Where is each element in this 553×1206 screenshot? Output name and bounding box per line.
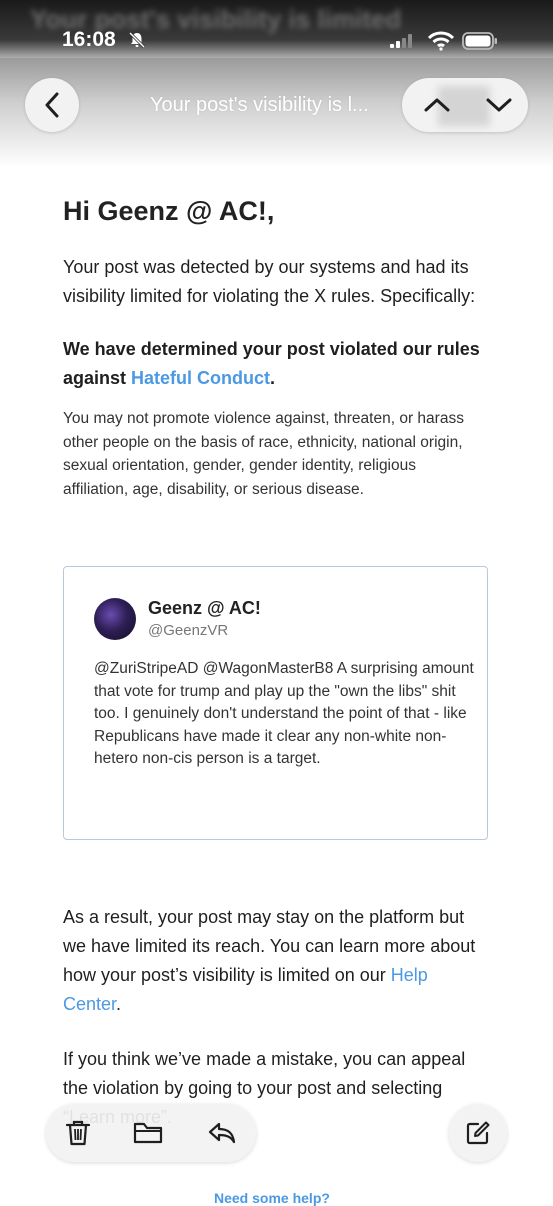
chevron-up-icon	[424, 98, 450, 112]
reply-icon	[208, 1122, 236, 1144]
battery-icon	[462, 31, 498, 56]
determination-text: We have determined your post violated ou…	[63, 335, 483, 393]
tweet-text: @ZuriStripeAD @WagonMasterB8 A surprisin…	[94, 660, 474, 767]
compose-icon	[466, 1121, 490, 1145]
need-help-link[interactable]: Need some help?	[214, 1190, 330, 1206]
status-bar: Your post's visibility is limited 16:08	[0, 0, 553, 58]
tweet-card[interactable]: Geenz @ AC! @GeenzVR @ZuriStripeAD @Wago…	[63, 566, 488, 840]
next-message-button[interactable]	[472, 78, 526, 132]
email-body: Hi Geenz @ AC!, Your post was detected b…	[63, 196, 483, 519]
tweet-author-handle: @GeenzVR	[148, 622, 229, 639]
move-to-folder-button[interactable]	[118, 1104, 178, 1162]
wifi-icon	[427, 31, 455, 56]
back-button[interactable]	[25, 78, 79, 132]
hateful-conduct-link[interactable]: Hateful Conduct	[131, 368, 270, 388]
email-body-continued: As a result, your post may stay on the p…	[63, 903, 488, 1132]
mail-toolbar	[46, 1104, 256, 1162]
status-time: 16:08	[62, 28, 116, 51]
result-suffix: .	[116, 994, 122, 1014]
signal-icon	[390, 34, 416, 53]
rule-description: You may not promote violence against, th…	[63, 410, 464, 498]
reply-button[interactable]	[192, 1104, 252, 1162]
trash-icon	[65, 1120, 91, 1146]
nav-title: Your post's visibility is l...	[150, 94, 369, 116]
intro-text: Your post was detected by our systems an…	[63, 257, 476, 306]
tweet-author-name: Geenz @ AC!	[148, 598, 261, 618]
previous-message-button[interactable]	[410, 78, 464, 132]
bell-slash-icon	[128, 31, 146, 54]
chevron-down-icon	[486, 98, 512, 112]
folder-icon	[133, 1122, 163, 1144]
result-text: As a result, your post may stay on the p…	[63, 903, 488, 1019]
delete-button[interactable]	[48, 1104, 108, 1162]
compose-button[interactable]	[449, 1104, 507, 1162]
greeting: Hi Geenz @ AC!,	[63, 196, 275, 226]
chevron-left-icon	[45, 92, 59, 118]
message-navigation	[402, 78, 528, 132]
avatar	[94, 598, 136, 640]
determination-suffix: .	[270, 368, 276, 388]
